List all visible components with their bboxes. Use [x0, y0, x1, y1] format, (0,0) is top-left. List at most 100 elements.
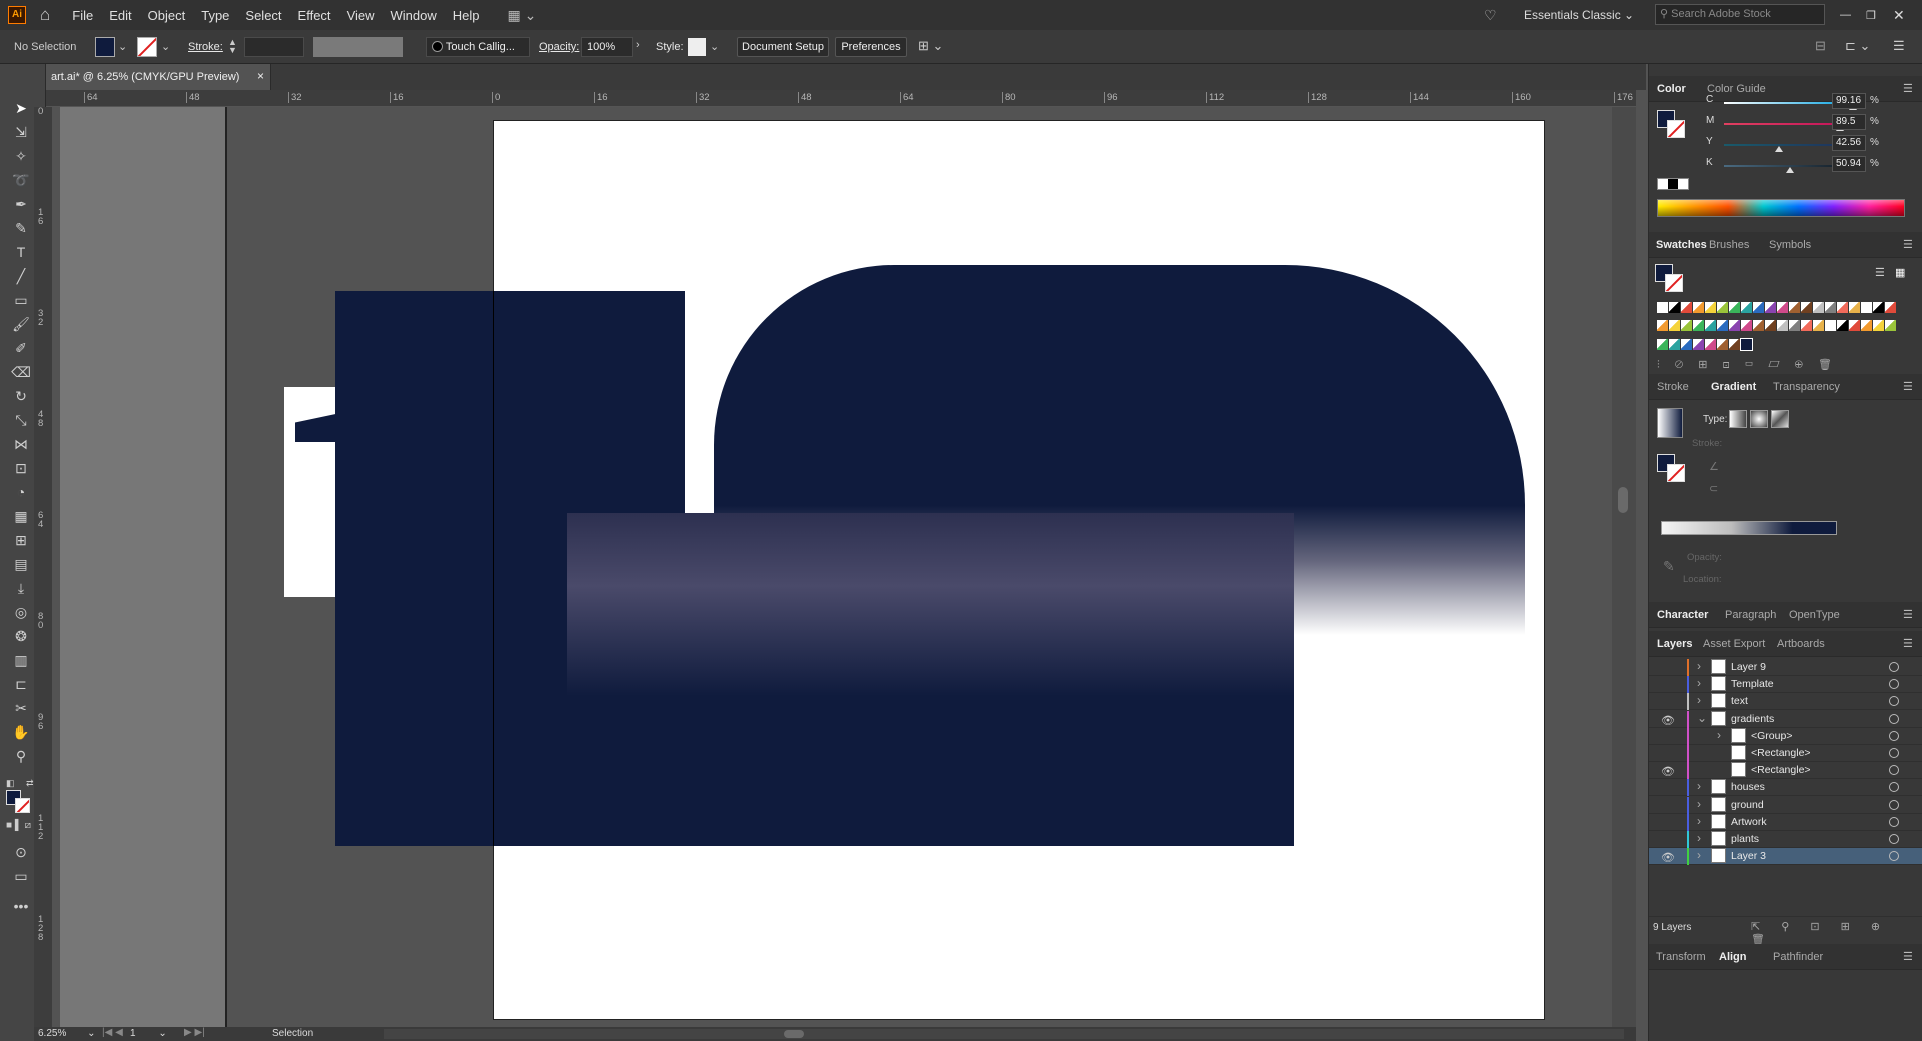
curvature-tool-icon[interactable]: ✎ [8, 218, 34, 238]
control-menu-icon[interactable]: ☰ [1893, 38, 1905, 54]
zoom-tool-icon[interactable]: ⚲ [8, 746, 34, 766]
menu-edit[interactable]: Edit [101, 8, 139, 23]
width-tool-icon[interactable]: ⋈ [8, 434, 34, 454]
opacity-arrow-icon[interactable]: › [636, 39, 640, 51]
swatch[interactable] [1717, 338, 1728, 350]
target-icon[interactable] [1889, 782, 1899, 793]
tab-stroke[interactable]: Stroke [1657, 381, 1689, 393]
canvas-vscroll[interactable] [1612, 107, 1636, 1027]
swatch[interactable] [1681, 320, 1692, 332]
radial-gradient-icon[interactable] [1750, 410, 1768, 428]
swatch[interactable] [1717, 320, 1728, 332]
transform-icon[interactable]: ⊏ ⌄ [1845, 38, 1870, 54]
tab-symbols[interactable]: Symbols [1769, 239, 1811, 251]
scale-tool-icon[interactable]: ⤡ [8, 410, 34, 430]
menu-help[interactable]: Help [445, 8, 488, 23]
swatch[interactable] [1681, 338, 1692, 350]
target-icon[interactable] [1889, 765, 1899, 776]
channel-value-input[interactable]: 89.5 [1832, 114, 1866, 130]
list-view-icon[interactable]: ☰ [1875, 266, 1885, 279]
layer-name[interactable]: plants [1731, 833, 1759, 845]
tab-color-guide[interactable]: Color Guide [1707, 83, 1766, 95]
stroke-dropdown-icon[interactable]: ⌄ [161, 40, 170, 53]
blend-tool-icon[interactable]: ◎ [8, 602, 34, 622]
layer-name[interactable]: <Rectangle> [1751, 764, 1811, 776]
swatch[interactable] [1729, 338, 1740, 350]
swatch[interactable] [1861, 320, 1872, 332]
layer-row[interactable]: › Artwork [1649, 813, 1922, 831]
slice-tool-icon[interactable]: ✂ [8, 698, 34, 718]
swatch[interactable] [1801, 320, 1812, 332]
target-icon[interactable] [1889, 696, 1899, 707]
swatch[interactable] [1657, 302, 1668, 313]
swatch[interactable] [1837, 302, 1848, 313]
horizontal-ruler[interactable]: 64 48 32 16 0 16 32 48 64 80 96 112 128 144 160 176 [46, 90, 1636, 107]
expand-icon[interactable]: ⌄ [1697, 711, 1707, 725]
swatch[interactable] [1849, 302, 1860, 313]
opacity-label[interactable]: Opacity: [539, 41, 579, 53]
layer-row[interactable]: › <Group> [1649, 727, 1922, 745]
gradient-eyedropper-icon[interactable]: ✎ [1663, 558, 1675, 575]
none-white-black-swatches[interactable] [1657, 178, 1689, 190]
swatch[interactable] [1705, 302, 1716, 313]
eye-icon[interactable]: 👁 [1661, 714, 1675, 727]
target-icon[interactable] [1889, 713, 1899, 724]
target-icon[interactable] [1889, 730, 1899, 741]
artboard-number-dropdown[interactable]: 1 ⌄ [130, 1028, 174, 1039]
tab-color[interactable]: Color [1657, 83, 1686, 95]
channel-value-input[interactable]: 50.94 [1832, 156, 1866, 172]
swatch[interactable] [1657, 320, 1668, 332]
style-dropdown-icon[interactable]: ⌄ [710, 40, 719, 53]
swatch[interactable] [1693, 302, 1704, 313]
swatch[interactable] [1693, 338, 1704, 350]
graph-tool-icon[interactable]: ▥ [8, 650, 34, 670]
panel-menu-icon[interactable]: ☰ [1903, 82, 1913, 95]
tab-paragraph[interactable]: Paragraph [1725, 609, 1776, 621]
panel-menu-icon[interactable]: ☰ [1903, 380, 1913, 393]
shape-builder-tool-icon[interactable]: ◔ [8, 482, 34, 502]
close-tab-icon[interactable]: × [257, 69, 264, 83]
swatch[interactable] [1729, 302, 1740, 313]
more-tools-icon[interactable]: ••• [8, 896, 34, 916]
swatch[interactable] [1705, 338, 1716, 350]
workspace-dropdown[interactable]: Essentials Classic ⌄ [1524, 8, 1634, 22]
swatch-footer-icons[interactable]: ⫶ ⊘ ⊞ ⊡ ▭ ▱ ⊕ 🗑 [1657, 358, 1838, 372]
panel-menu-icon[interactable]: ☰ [1903, 637, 1913, 650]
fill-dropdown-icon[interactable]: ⌄ [118, 40, 127, 53]
opacity-input[interactable]: 100% [581, 37, 633, 57]
type-tool-icon[interactable]: T [8, 242, 34, 262]
swatches-fill-stroke-proxy[interactable] [1655, 264, 1683, 292]
swatch[interactable] [1837, 320, 1848, 332]
symbol-sprayer-tool-icon[interactable]: ❂ [8, 626, 34, 646]
target-icon[interactable] [1889, 851, 1899, 862]
swatch[interactable] [1765, 302, 1776, 313]
swatch-grid[interactable] [1657, 302, 1897, 356]
brush-dropdown[interactable]: Touch Callig... [426, 37, 530, 57]
document-setup-button[interactable]: Document Setup [737, 37, 829, 57]
swatch[interactable] [1681, 302, 1692, 313]
stroke-proxy-swatch[interactable] [15, 798, 30, 813]
color-fill-stroke-proxy[interactable] [1657, 110, 1691, 144]
hscroll-thumb[interactable] [784, 1030, 804, 1038]
target-icon[interactable] [1889, 662, 1899, 672]
target-icon[interactable] [1889, 679, 1899, 690]
restore-icon[interactable]: ❐ [1866, 9, 1876, 22]
stroke-stepper[interactable]: ▲ ▼ [228, 38, 237, 55]
tab-gradient[interactable]: Gradient [1711, 381, 1756, 393]
paintbrush-tool-icon[interactable]: 🖌 [8, 314, 34, 334]
expand-icon[interactable]: › [1697, 797, 1701, 811]
layers-footer-icons[interactable]: ⇱ ⚲ ⊡ ⊞ ⊕ 🗑 [1751, 920, 1922, 946]
slider-thumb[interactable] [1775, 146, 1784, 152]
gradient-fill-stroke-proxy[interactable] [1657, 454, 1685, 482]
swatch[interactable] [1741, 302, 1752, 313]
gradient-slider[interactable] [1661, 521, 1837, 535]
home-icon[interactable]: ⌂ [40, 5, 50, 25]
lightbulb-icon[interactable]: ♡ [1484, 7, 1497, 24]
expand-icon[interactable]: › [1697, 779, 1701, 793]
swatch[interactable] [1669, 302, 1680, 313]
swatch[interactable] [1861, 302, 1872, 313]
layer-name[interactable]: text [1731, 695, 1748, 707]
tab-artboards[interactable]: Artboards [1777, 638, 1825, 650]
variable-width-field[interactable] [313, 37, 403, 57]
swatch[interactable] [1717, 302, 1728, 313]
